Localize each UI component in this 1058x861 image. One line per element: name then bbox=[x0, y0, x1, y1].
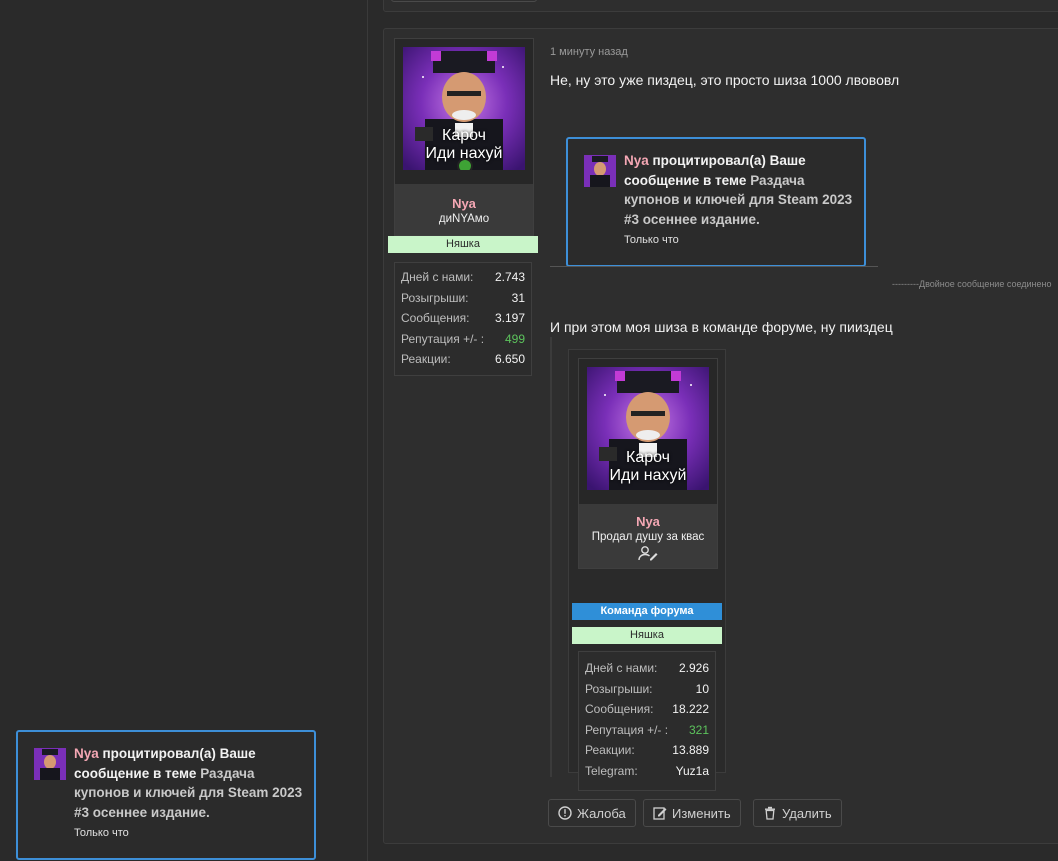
edit-label: Изменить bbox=[672, 805, 731, 821]
double-post-note: ---------Двойное сообщение соединено bbox=[892, 279, 1052, 289]
edit-button[interactable]: Изменить bbox=[643, 799, 741, 827]
sidebar-divider bbox=[367, 0, 368, 861]
forum-post: Кароч Иди нахуй Nya диNYAмо Няшка Дней с… bbox=[383, 28, 1058, 844]
author-title: диNYAмо bbox=[438, 213, 490, 225]
previous-post-button[interactable] bbox=[391, 0, 537, 2]
stat-row: Дней с нами: 2.926 bbox=[585, 661, 709, 675]
post-text-2: И при этом моя шиза в команде форуме, ну… bbox=[550, 319, 893, 335]
floating-notification-time: Только что bbox=[74, 827, 129, 839]
avatar-caption-top: Кароч bbox=[442, 127, 486, 144]
embedded-avatar[interactable]: Кароч Иди нахуй bbox=[587, 367, 709, 490]
author-stats: Дней с нами: 2.743 Розыгрыши: 31 Сообщения… bbox=[394, 262, 532, 376]
floating-notification-text: Nya процитировал(а) Ваше сообщение в тем… bbox=[74, 744, 304, 822]
embedded-avatar-frame: Кароч Иди нахуй bbox=[578, 358, 718, 505]
notification-time: Только что bbox=[624, 234, 679, 246]
report-label: Жалоба bbox=[577, 805, 626, 821]
report-icon bbox=[558, 806, 572, 820]
delete-button[interactable]: Удалить bbox=[753, 799, 842, 827]
online-status-icon bbox=[457, 158, 473, 170]
stat-row: Реакции: 13.889 bbox=[585, 743, 709, 757]
separator-line bbox=[550, 266, 878, 267]
user-edit-icon bbox=[579, 545, 717, 561]
embedded-user-title: Продал душу за квас bbox=[591, 531, 705, 543]
embedded-user-info: Nya Продал душу за квас bbox=[578, 504, 718, 569]
stat-row: Telegram: Yuz1a bbox=[585, 763, 709, 778]
user-banner-nyashka: Няшка bbox=[572, 627, 722, 644]
notification-text: Nya процитировал(а) Ваше сообщение в тем… bbox=[624, 151, 854, 229]
author-info: Nya диNYAмо bbox=[394, 184, 534, 236]
floating-notification-user[interactable]: Nya bbox=[74, 746, 99, 761]
embedded-user-stats: Дней с нами: 2.926 Розыгрыши: 10 Сообщения… bbox=[578, 651, 716, 791]
embedded-avatar-caption-bottom: Иди нахуй bbox=[609, 467, 687, 484]
embedded-avatar-caption-top: Кароч bbox=[626, 449, 670, 466]
notification-avatar bbox=[584, 155, 616, 187]
post-timestamp[interactable]: 1 минуту назад bbox=[550, 46, 628, 58]
report-button[interactable]: Жалоба bbox=[548, 799, 636, 827]
author-avatar[interactable]: Кароч Иди нахуй bbox=[403, 47, 525, 170]
stat-row: Репутация +/- :499 bbox=[401, 331, 525, 346]
embed-left-bar bbox=[550, 337, 552, 777]
stat-row: Сообщения: 18.222 bbox=[585, 702, 709, 716]
user-banner-team: Команда форума bbox=[572, 603, 722, 620]
notification-user[interactable]: Nya bbox=[624, 153, 649, 168]
user-banner-nyashka: Няшка bbox=[388, 236, 538, 253]
stat-row: Розыгрыши: 31 bbox=[401, 290, 525, 305]
previous-post-edge bbox=[383, 0, 1058, 12]
quote-notification-embed[interactable]: Nya процитировал(а) Ваше сообщение в тем… bbox=[566, 137, 866, 267]
stat-row: Розыгрыши: 10 bbox=[585, 681, 709, 696]
delete-label: Удалить bbox=[782, 805, 832, 821]
embedded-user-card: Кароч Иди нахуй Nya Продал душу за квас … bbox=[568, 349, 726, 791]
floating-notification-avatar bbox=[34, 748, 66, 780]
embedded-user-name[interactable]: Nya bbox=[579, 514, 717, 529]
stat-row: Сообщения: 3.197 bbox=[401, 311, 525, 325]
trash-icon bbox=[763, 806, 777, 820]
author-avatar-frame: Кароч Иди нахуй bbox=[394, 38, 534, 185]
author-name[interactable]: Nya bbox=[395, 196, 533, 211]
edit-icon bbox=[653, 806, 667, 820]
post-text-1: Не, ну это уже пиздец, это просто шиза 1… bbox=[550, 72, 900, 88]
floating-notification[interactable]: Nya процитировал(а) Ваше сообщение в тем… bbox=[16, 730, 316, 860]
stat-row: Дней с нами: 2.743 bbox=[401, 270, 525, 284]
stat-row: Реакции: 6.650 bbox=[401, 352, 525, 366]
stat-row: Репутация +/- :321 bbox=[585, 722, 709, 737]
